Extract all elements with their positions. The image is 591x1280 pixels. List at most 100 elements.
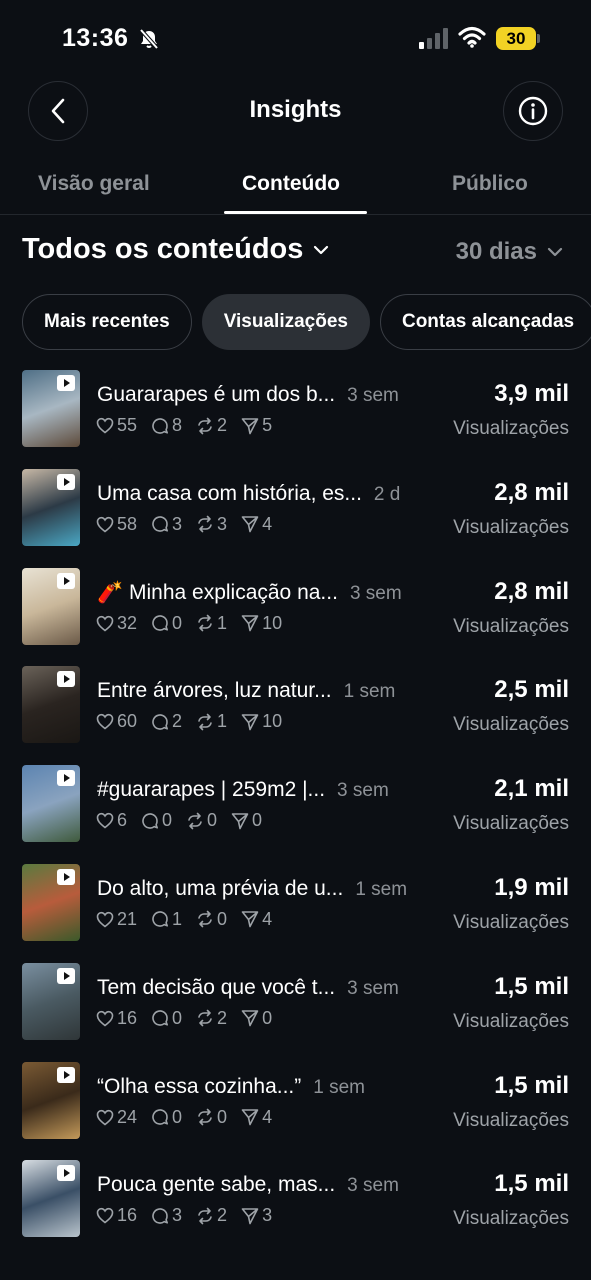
- shares-stat: 3: [241, 1205, 272, 1226]
- comments-stat: 3: [151, 514, 182, 535]
- heart-icon: [96, 615, 114, 632]
- likes-count: 16: [117, 1007, 138, 1028]
- reposts-stat: 2: [196, 415, 227, 436]
- post-thumbnail: [22, 370, 80, 447]
- post-caption: Entre árvores, luz natur...: [97, 679, 332, 703]
- reposts-stat: 2: [196, 1008, 227, 1029]
- reposts-count: 0: [217, 908, 228, 929]
- shares-count: 4: [262, 1106, 273, 1127]
- views-count: 1,5 mil: [494, 1071, 569, 1099]
- reposts-stat: 3: [196, 514, 227, 535]
- info-icon: [518, 96, 548, 126]
- post-caption-row: Entre árvores, luz natur... 1 sem: [97, 679, 395, 703]
- list-item[interactable]: Do alto, uma prévia de u... 1 sem 21 1 0…: [0, 860, 591, 959]
- reel-icon: [57, 671, 75, 688]
- battery-level: 30: [506, 28, 526, 48]
- likes-count: 16: [117, 1205, 138, 1226]
- list-item[interactable]: Guararapes é um dos b... 3 sem 55 8 2 5 …: [0, 366, 591, 465]
- post-age: 1 sem: [355, 878, 408, 900]
- post-age: 3 sem: [347, 977, 399, 999]
- likes-count: 21: [117, 908, 138, 929]
- wifi-icon: [458, 26, 486, 53]
- post-age: 3 sem: [347, 385, 399, 406]
- comments-count: 2: [172, 711, 183, 732]
- comments-stat: 0: [151, 613, 182, 634]
- comments-count: 1: [172, 908, 183, 929]
- period-label: 30 dias: [455, 238, 537, 265]
- battery-icon: 30: [496, 27, 536, 50]
- send-icon: [241, 714, 259, 731]
- reel-icon: [57, 1165, 75, 1182]
- post-age: 1 sem: [313, 1076, 366, 1098]
- comment-icon: [152, 1109, 169, 1125]
- post-age: 3 sem: [349, 582, 402, 604]
- comment-icon: [152, 615, 169, 631]
- info-button[interactable]: [503, 81, 563, 141]
- shares-count: 3: [262, 1205, 273, 1226]
- heart-icon: [96, 911, 114, 928]
- post-stats: 32 0 1 10: [96, 613, 296, 634]
- post-stats: 60 2 1 10: [96, 711, 296, 732]
- bell-muted-icon: [138, 28, 160, 55]
- repost-icon: [198, 417, 212, 434]
- heart-icon: [96, 1010, 114, 1027]
- repost-icon: [198, 1108, 212, 1126]
- list-item[interactable]: Tem decisão que você t... 3 sem 16 0 2 0…: [0, 959, 591, 1058]
- shares-count: 10: [262, 711, 283, 732]
- send-icon: [241, 615, 259, 632]
- post-thumbnail: [22, 567, 80, 645]
- list-item[interactable]: Uma casa com história, es... 2 d 58 3 3 …: [0, 465, 591, 564]
- likes-count: 58: [117, 513, 138, 534]
- list-item[interactable]: 🧨 Minha explicação na... 3 sem 32 0 1 10…: [0, 564, 591, 663]
- likes-stat: 58: [96, 514, 137, 535]
- chip-accounts-reached[interactable]: Contas alcançadas: [379, 294, 591, 350]
- likes-stat: 55: [96, 415, 137, 436]
- likes-stat: 16: [96, 1205, 137, 1226]
- shares-count: 0: [262, 1007, 273, 1028]
- comments-stat: 2: [151, 711, 182, 732]
- shares-stat: 4: [241, 514, 272, 535]
- likes-stat: 32: [96, 613, 137, 634]
- post-thumbnail: [22, 863, 80, 941]
- content-list: Guararapes é um dos b... 3 sem 55 8 2 5 …: [0, 366, 591, 1255]
- period-dropdown[interactable]: 30 dias: [456, 238, 563, 266]
- repost-icon: [198, 713, 212, 731]
- reposts-count: 0: [207, 810, 218, 831]
- send-icon: [231, 812, 249, 829]
- active-tab-indicator: [224, 211, 367, 214]
- send-icon: [241, 1010, 259, 1027]
- likes-count: 32: [117, 612, 138, 633]
- shares-count: 0: [252, 810, 263, 831]
- tab-audience[interactable]: Público: [452, 172, 528, 196]
- tab-overview[interactable]: Visão geral: [38, 172, 150, 196]
- list-item[interactable]: “Olha essa cozinha...” 1 sem 24 0 0 4 1,…: [0, 1058, 591, 1157]
- repost-icon: [198, 614, 212, 632]
- reposts-count: 1: [217, 612, 228, 633]
- views-label: Visualizações: [453, 418, 569, 439]
- post-thumbnail: [22, 666, 80, 744]
- send-icon: [241, 417, 259, 434]
- comment-icon: [142, 812, 159, 829]
- content-type-dropdown[interactable]: Todos os conteúdos: [22, 233, 329, 266]
- reposts-count: 2: [217, 1007, 228, 1028]
- repost-icon: [198, 1009, 212, 1027]
- list-item[interactable]: Entre árvores, luz natur... 1 sem 60 2 1…: [0, 662, 591, 761]
- status-time: 13:36: [62, 24, 129, 52]
- reposts-stat: 0: [196, 909, 227, 930]
- reel-icon: [57, 572, 75, 589]
- comments-stat: 0: [141, 810, 172, 831]
- heart-icon: [96, 1109, 114, 1126]
- chip-views[interactable]: Visualizações: [201, 294, 370, 350]
- reposts-count: 0: [217, 1106, 228, 1127]
- list-item[interactable]: #guararapes | 259m2 |... 3 sem 6 0 0 0 2…: [0, 761, 591, 860]
- post-thumbnail: [22, 765, 80, 843]
- shares-stat: 4: [241, 1107, 272, 1128]
- comments-stat: 3: [151, 1205, 182, 1226]
- views-count: 2,8 mil: [494, 478, 569, 506]
- post-caption-row: Do alto, uma prévia de u... 1 sem: [97, 877, 407, 901]
- list-item[interactable]: Pouca gente sabe, mas... 3 sem 16 3 2 3 …: [0, 1156, 591, 1255]
- chip-most-recent[interactable]: Mais recentes: [22, 294, 192, 350]
- post-stats: 58 3 3 4: [96, 514, 286, 535]
- tab-content[interactable]: Conteúdo: [242, 172, 340, 196]
- views-count: 1,9 mil: [494, 873, 569, 901]
